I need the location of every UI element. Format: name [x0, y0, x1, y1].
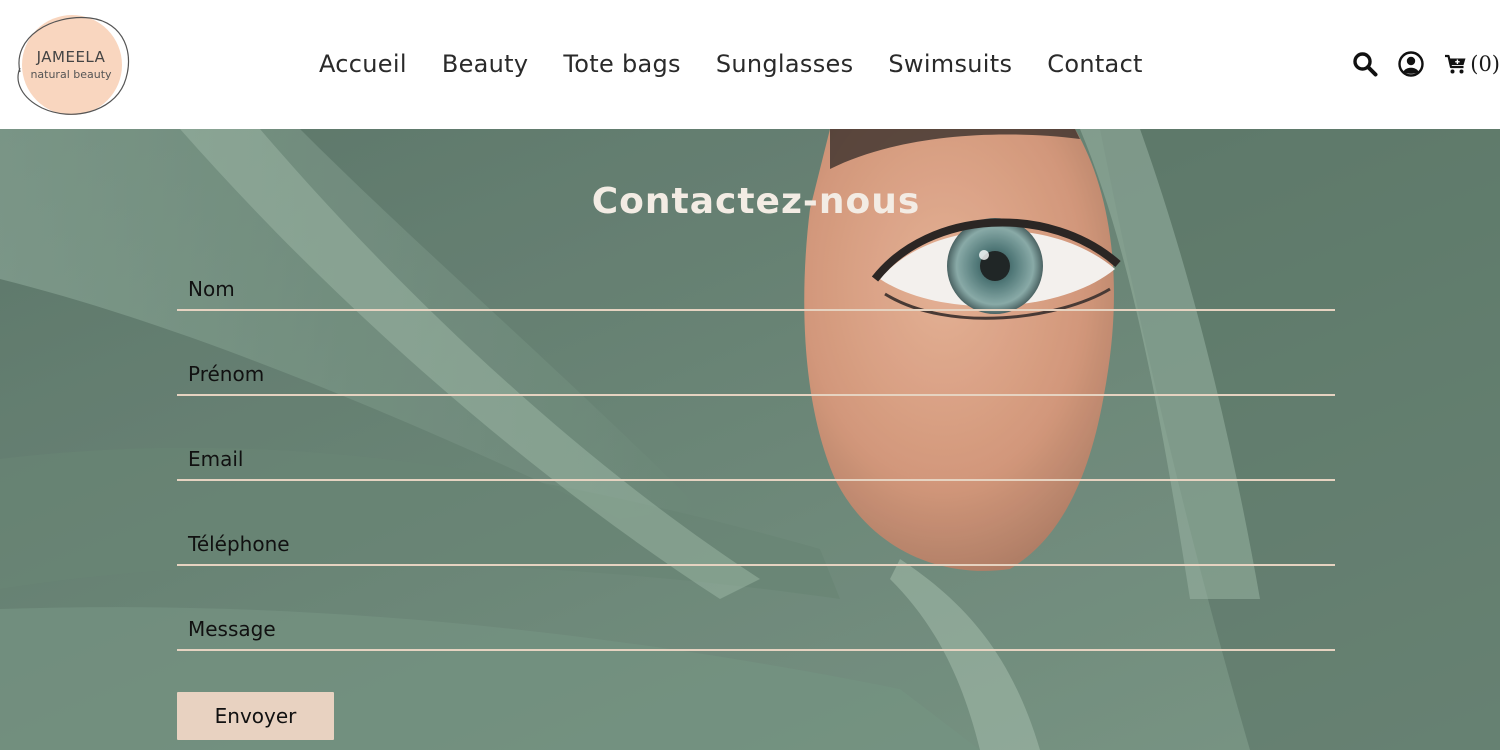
- main-nav: Accueil Beauty Tote bags Sunglasses Swim…: [319, 46, 1178, 82]
- field-prenom[interactable]: Prénom: [177, 356, 1335, 396]
- brand-logo[interactable]: JAMEELA natural beauty: [12, 12, 132, 118]
- nav-item-swimsuits[interactable]: Swimsuits: [888, 46, 1012, 82]
- prenom-input[interactable]: [177, 356, 1335, 394]
- search-icon[interactable]: [1352, 51, 1378, 77]
- submit-button[interactable]: Envoyer: [177, 692, 334, 740]
- field-message[interactable]: Message: [177, 611, 1335, 651]
- nav-item-sunglasses[interactable]: Sunglasses: [716, 46, 854, 82]
- site-header: JAMEELA natural beauty Accueil Beauty To…: [0, 0, 1500, 129]
- telephone-input[interactable]: [177, 526, 1335, 564]
- brand-name: JAMEELA: [36, 48, 106, 66]
- nav-item-contact[interactable]: Contact: [1047, 46, 1142, 82]
- header-actions: (0): [1352, 46, 1500, 82]
- contact-hero: Contactez-nous Nom Prénom Email Téléphon…: [0, 129, 1500, 750]
- user-icon[interactable]: [1398, 51, 1424, 77]
- field-nom[interactable]: Nom: [177, 271, 1335, 311]
- nav-item-tote-bags[interactable]: Tote bags: [563, 46, 680, 82]
- cart-icon: [1445, 54, 1466, 74]
- field-email[interactable]: Email: [177, 441, 1335, 481]
- field-telephone[interactable]: Téléphone: [177, 526, 1335, 566]
- nom-input[interactable]: [177, 271, 1335, 309]
- page-title: Contactez-nous: [591, 181, 921, 222]
- cart-count: (0): [1470, 52, 1500, 76]
- brand-tagline: natural beauty: [30, 68, 112, 81]
- nav-item-beauty[interactable]: Beauty: [442, 46, 529, 82]
- nav-item-accueil[interactable]: Accueil: [319, 46, 407, 82]
- hero-background-image: [0, 129, 1500, 750]
- cart-button[interactable]: (0): [1444, 52, 1500, 76]
- email-input[interactable]: [177, 441, 1335, 479]
- message-input[interactable]: [177, 611, 1335, 649]
